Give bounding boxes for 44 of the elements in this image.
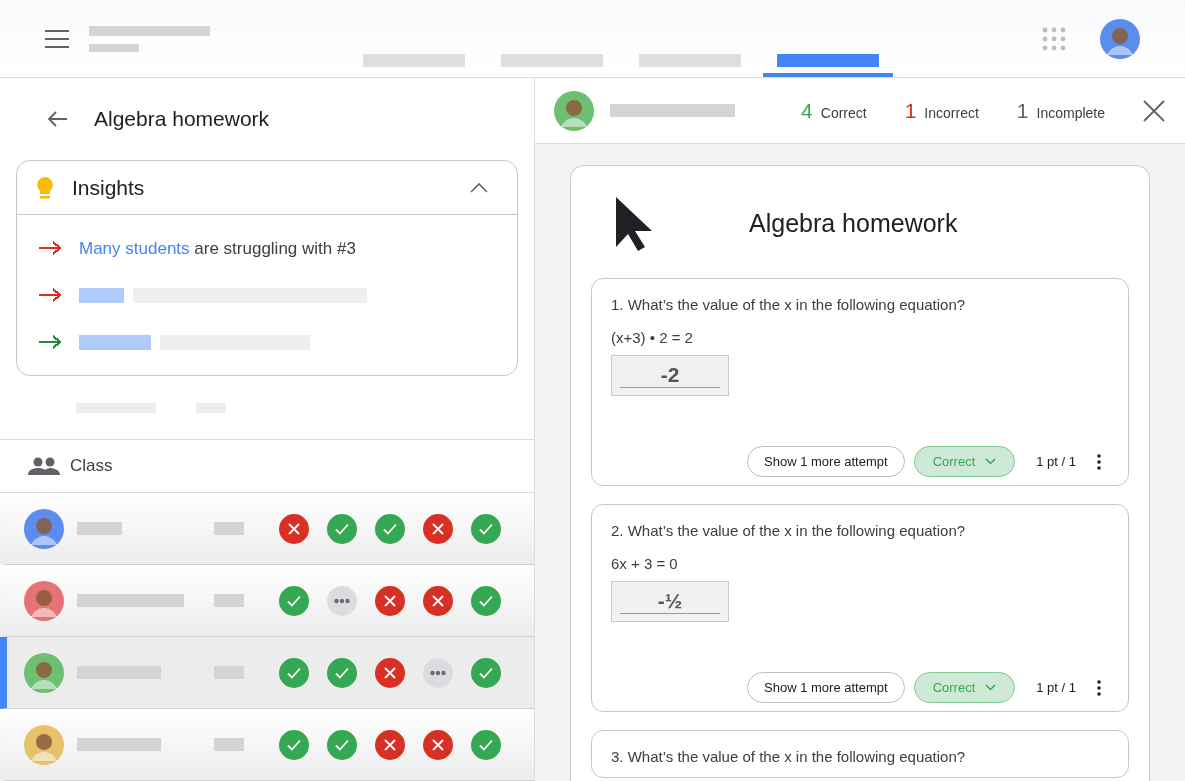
equation-text: (x+3) • 2 = 2 <box>611 327 694 348</box>
show-attempt-button[interactable]: Show 1 more attempt <box>747 446 905 477</box>
people-icon <box>28 457 60 476</box>
count: 1 <box>1016 97 1029 124</box>
text-placeholder <box>79 334 151 350</box>
count-label: Incorrect <box>924 103 979 123</box>
class-label: Class <box>70 455 113 478</box>
text-placeholder <box>77 522 122 535</box>
count-label: Correct <box>820 103 867 123</box>
menu-icon[interactable] <box>45 29 69 48</box>
more-vert-icon[interactable] <box>1097 453 1101 470</box>
count: 4 <box>801 97 813 124</box>
more-vert-icon[interactable] <box>1097 679 1101 696</box>
equation-text: 6x + 3 = 0 <box>611 553 679 574</box>
answer-field: -2 <box>611 355 729 396</box>
answer-field: -½ <box>611 581 729 622</box>
question-text: 1. What’s the value of the x in the following equation? <box>611 295 967 315</box>
student-row[interactable] <box>0 637 534 709</box>
insights-title: Insights <box>72 175 145 201</box>
assignment-heading: Algebra homework <box>749 208 958 240</box>
caret-icon <box>985 684 997 691</box>
question-text: 2. What’s the value of the x in the following equation? <box>611 521 967 541</box>
text-placeholder <box>214 738 244 751</box>
chevron-icon[interactable] <box>470 182 488 193</box>
caret-icon <box>985 458 997 465</box>
insight-text: Many students are struggling with #3 <box>79 237 356 260</box>
avatar-icon <box>554 90 594 131</box>
points-text: 1 pt / 1 <box>1036 678 1076 697</box>
text-placeholder <box>214 666 244 679</box>
close-icon[interactable] <box>1143 99 1165 122</box>
points-text: 1 pt / 1 <box>1036 452 1076 471</box>
count-label: Incomplete <box>1036 103 1105 123</box>
text-placeholder <box>214 522 244 535</box>
lightbulb-icon <box>36 175 54 200</box>
question-text: 3. What’s the value of the x in the following equation? <box>611 747 967 767</box>
count: 1 <box>904 97 917 124</box>
text-placeholder <box>79 287 124 303</box>
cursor-icon <box>615 196 653 252</box>
text-placeholder <box>89 43 139 52</box>
avatar-icon <box>1100 18 1140 59</box>
text-placeholder <box>214 594 244 607</box>
back-arrow-icon[interactable] <box>47 111 67 128</box>
show-attempt-button[interactable]: Show 1 more attempt <box>747 672 905 703</box>
assignment-title: Algebra homework <box>94 106 270 133</box>
